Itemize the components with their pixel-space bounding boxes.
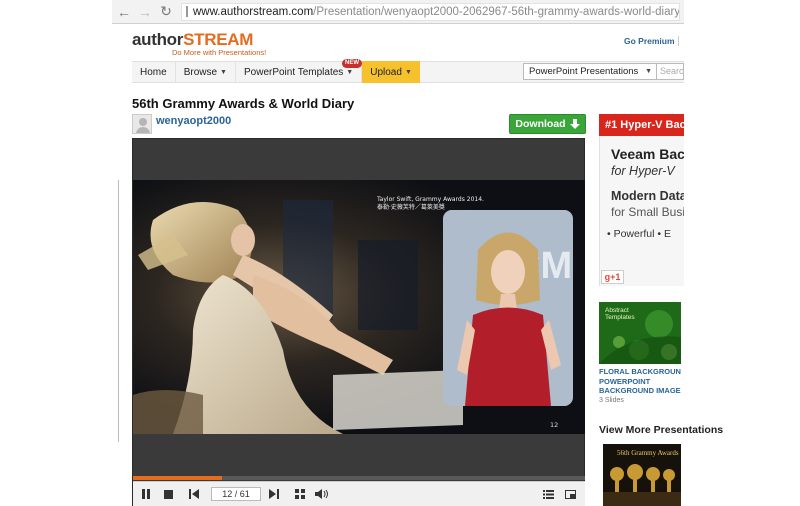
download-arrow-icon [569,118,580,129]
ad-bullets: • Powerful • E [607,228,671,240]
portrait-image: CMA [443,210,573,406]
thumbnail-title-text: 56th Grammy Awards [617,449,679,457]
logo-author: author [132,30,184,49]
menu-home-label: Home [140,66,167,78]
volume-icon[interactable] [313,485,331,503]
menu-upload-label: Upload [370,66,402,78]
download-label: Download [515,118,566,130]
google-plus-button[interactable]: g+1 [601,270,624,284]
progress-bar[interactable] [133,476,585,480]
select-value: PowerPoint Presentations [529,66,639,77]
progress-fill [133,476,223,480]
site-tagline: Do More with Presentations! [172,48,267,57]
previous-icon[interactable] [185,485,203,503]
search-input[interactable]: Search [657,63,684,80]
chevron-down-icon: ▼ [645,68,652,75]
page-indicator[interactable]: 12 / 61 [211,487,261,501]
chevron-down-icon: ▼ [346,68,354,76]
ad-subheadline: for Small Business [611,205,684,219]
page-divider [118,180,119,442]
thumbnail-caption-line1: Abstract [605,307,629,314]
grammy-presentation-thumbnail[interactable]: 56th Grammy Awards [603,444,681,506]
url-host: www.authorstream.com [193,5,314,18]
portrait-photo: CMA [443,210,573,406]
address-bar[interactable]: www.authorstream.com/Presentation/wenyao… [181,2,680,21]
download-button[interactable]: Download [509,114,586,134]
fullscreen-icon[interactable] [561,485,579,503]
ad-headline: Modern Data [611,189,684,203]
search-category-select[interactable]: PowerPoint Presentations ▼ [523,63,657,80]
header-divider [678,36,679,46]
page-icon [186,6,188,17]
site-logo[interactable]: authorSTREAM Do More with Presentations! [132,30,266,57]
grid-view-icon[interactable] [291,485,309,503]
next-icon[interactable] [265,485,283,503]
new-badge: NEW [342,59,362,68]
slide-count: 3 Slides [599,397,624,404]
related-presentation-title[interactable]: FLORAL BACKGROUN POWERPOINT BACKGROUND I… [599,367,684,396]
slide-viewport[interactable]: Taylor Swift, Grammy Awards 2014. 泰勒·史薇芙… [133,180,585,434]
logo-stream: STREAM [183,30,254,49]
menu-browse-label: Browse [183,66,218,78]
chevron-down-icon: ▼ [220,68,227,76]
chevron-down-icon: ▼ [404,68,412,76]
related-title-line2: POWERPOINT [599,376,651,386]
ad-product-subtitle: for Hyper-V [611,164,675,178]
url-path: /Presentation/wenyaopt2000-2062967-56th-… [313,5,680,18]
floral-template-thumbnail[interactable]: Abstract Templates [599,302,681,364]
thumbnail-caption: Abstract Templates [605,307,635,321]
browser-toolbar: ← → ↻ www.authorstream.com/Presentation/… [112,0,684,24]
thumbnail-caption-line2: Templates [605,314,635,321]
menu-upload[interactable]: Upload ▼ [362,61,420,83]
menu-browse[interactable]: Browse ▼ [176,61,236,83]
related-title-line3: BACKGROUND IMAGE [599,386,681,395]
menu-home[interactable]: Home [132,61,176,83]
slide-number: 12 [550,421,559,429]
author-link[interactable]: wenyaopt2000 [156,115,231,127]
go-premium-link[interactable]: Go Premium [624,36,675,46]
ad-product-title: Veeam Backup [611,146,684,162]
view-more-heading[interactable]: View More Presentations [599,424,723,436]
back-icon[interactable]: ← [115,3,133,21]
avatar[interactable] [132,114,152,134]
list-view-icon[interactable] [539,485,557,503]
ad-header[interactable]: #1 Hyper-V Backup [599,114,684,136]
slide-caption-line1: Taylor Swift, Grammy Awards 2014. [377,196,484,203]
reload-icon[interactable]: ↻ [157,3,175,21]
forward-icon[interactable]: → [136,3,154,21]
menu-templates-label: PowerPoint Templates [243,66,344,78]
related-title-line1: FLORAL BACKGROUN [599,367,681,376]
ad-banner[interactable]: Veeam Backup for Hyper-V Modern Data for… [599,136,684,286]
stop-icon[interactable] [159,485,177,503]
presentation-title: 56th Grammy Awards & World Diary [132,96,355,111]
player-controls: 12 / 61 [133,481,585,506]
pause-icon[interactable] [137,485,155,503]
